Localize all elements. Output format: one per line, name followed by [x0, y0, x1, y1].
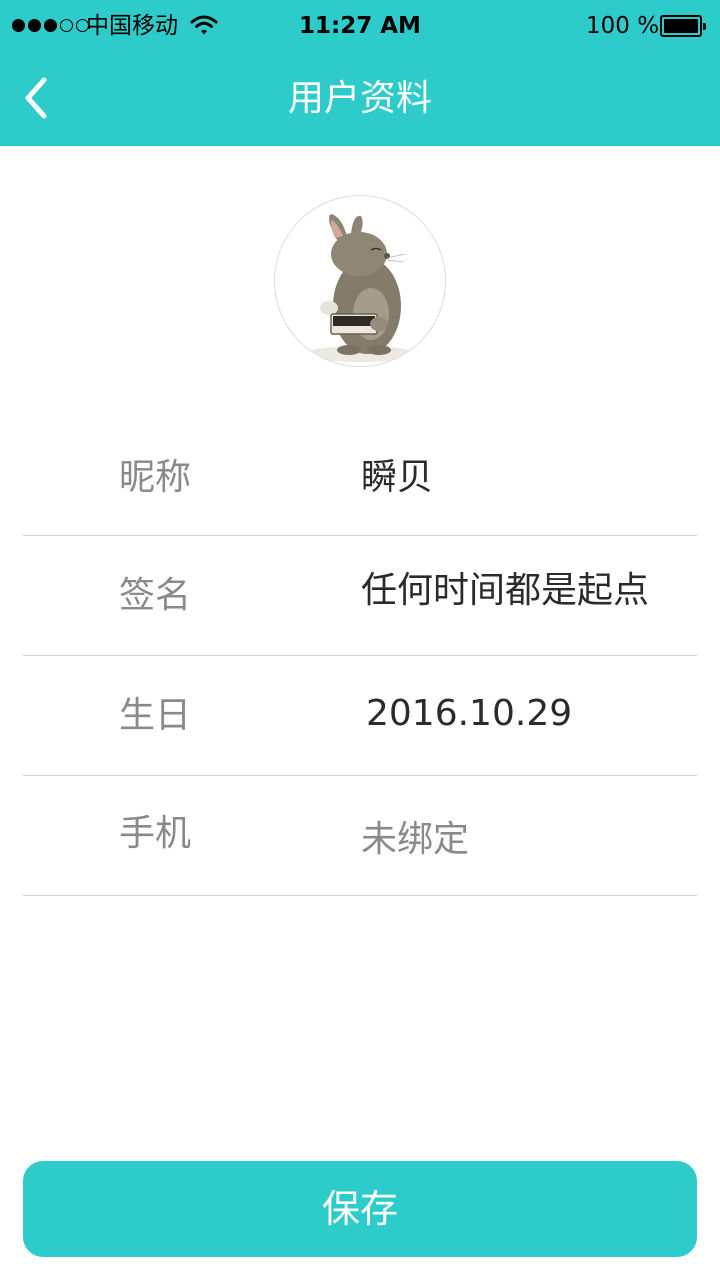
birthday-row[interactable]: 生日 2016.10.29: [23, 656, 697, 776]
nickname-row[interactable]: 昵称 瞬贝: [23, 416, 697, 536]
birthday-label: 生日: [119, 695, 192, 736]
phone-label: 手机: [119, 813, 192, 854]
birthday-value: 2016.10.29: [366, 693, 573, 734]
page-title: 用户资料: [287, 78, 432, 119]
status-bar: 中国移动 11:27 AM 100 %: [0, 0, 720, 52]
save-button[interactable]: 保存: [23, 1161, 697, 1257]
nickname-label: 昵称: [119, 457, 192, 498]
signature-value: 任何时间都是起点: [361, 570, 650, 611]
phone-row[interactable]: 手机 未绑定: [23, 776, 697, 896]
avatar[interactable]: [274, 195, 446, 367]
phone-value: 未绑定: [361, 819, 470, 860]
top-bar: 中国移动 11:27 AM 100 % 用户资料: [0, 0, 720, 146]
battery-percentage: 100 %: [586, 13, 660, 39]
signature-row[interactable]: 签名 任何时间都是起点: [23, 536, 697, 656]
signature-label: 签名: [119, 575, 192, 616]
row-divider: [23, 895, 697, 896]
rabbit-avatar-icon: [305, 214, 417, 362]
nickname-value: 瞬贝: [361, 457, 434, 498]
battery-icon: [660, 15, 706, 37]
